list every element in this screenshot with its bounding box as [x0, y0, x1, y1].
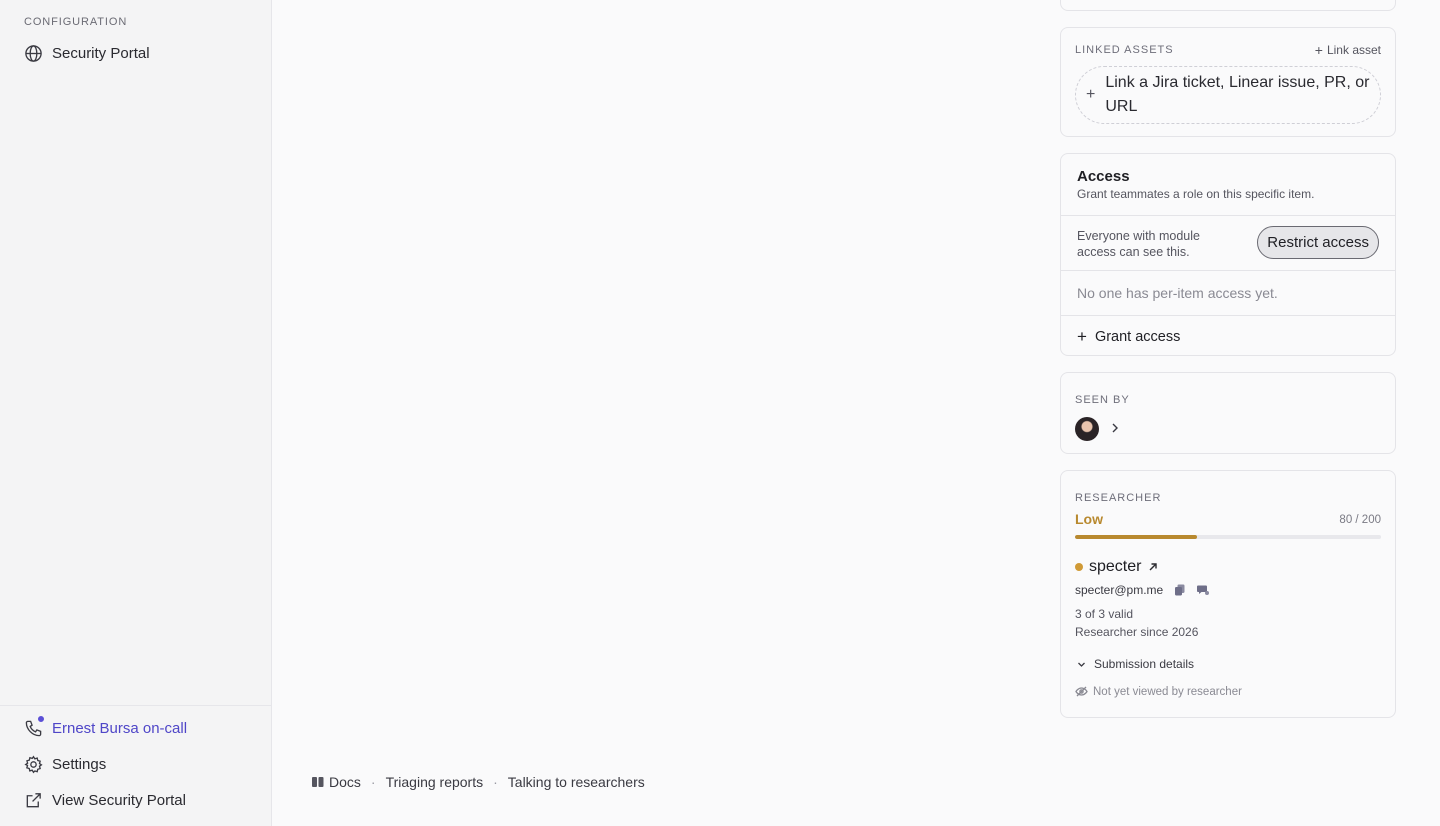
copy-icon[interactable] — [1174, 584, 1186, 596]
access-title: Access — [1077, 168, 1130, 185]
separator: · — [370, 774, 376, 790]
linked-assets-card: LINKED ASSETS + Link asset + Link a Jira… — [1060, 27, 1396, 137]
seen-by-label: SEEN BY — [1075, 394, 1130, 406]
plus-icon: + — [1086, 86, 1096, 103]
sidebar-item-view-security-portal[interactable]: View Security Portal — [24, 788, 254, 812]
globe-icon — [25, 44, 42, 62]
researcher-handle-row: specter — [1075, 558, 1158, 576]
not-viewed-text: Not yet viewed by researcher — [1093, 685, 1242, 698]
submission-details-toggle[interactable]: Submission details — [1077, 657, 1194, 671]
sidebar-item-label: Settings — [52, 755, 107, 773]
link-asset-placeholder: Link a Jira ticket, Linear issue, PR, or… — [1105, 74, 1370, 115]
researcher-since: Researcher since 2026 — [1075, 625, 1199, 639]
grant-access-label: Grant access — [1094, 329, 1181, 345]
researcher-email-row: specter@pm.me — [1075, 583, 1210, 597]
access-subtitle: Grant teammates a role on this specific … — [1077, 187, 1315, 201]
access-grant-row: + Grant access — [1061, 315, 1395, 355]
section-label-configuration: CONFIGURATION — [24, 16, 128, 28]
sidebar-item-label: Ernest Bursa on-call — [52, 719, 188, 737]
researcher-score: 80 / 200 — [1339, 514, 1381, 526]
sidebar: CONFIGURATION Security Portal Ernest Bur… — [0, 0, 272, 826]
valid-count: 3 of 3 valid — [1075, 607, 1134, 621]
visibility-text: Everyone with module access can see this… — [1077, 229, 1200, 259]
researcher-card: RESEARCHER Low 80 / 200 specter specter@… — [1060, 470, 1396, 718]
link-asset-dropzone[interactable]: + Link a Jira ticket, Linear issue, PR, … — [1075, 66, 1381, 124]
sidebar-item-label: View Security Portal — [52, 791, 186, 809]
chevron-down-icon — [1078, 662, 1085, 667]
plus-icon: + — [1314, 42, 1323, 58]
avatar[interactable] — [1075, 417, 1099, 441]
grant-access-button[interactable]: + Grant access — [1077, 327, 1180, 347]
phone-icon-wrap — [24, 714, 52, 738]
sidebar-item-oncall[interactable]: Ernest Bursa on-call — [24, 714, 254, 740]
researcher-label: RESEARCHER — [1075, 492, 1162, 504]
access-visibility-row: Everyone with module access can see this… — [1061, 215, 1395, 270]
reputation-progress-fill — [1075, 535, 1198, 539]
sidebar-item-settings[interactable]: Settings — [24, 752, 254, 776]
sidebar-divider — [0, 705, 271, 706]
sidebar-item-label: Security Portal — [52, 44, 150, 62]
arrow-up-right-icon[interactable] — [1148, 562, 1158, 572]
plus-icon: + — [1077, 327, 1087, 346]
message-icon[interactable] — [1197, 584, 1210, 596]
external-link-icon — [26, 792, 41, 807]
link-asset-button[interactable]: + Link asset — [1315, 42, 1381, 58]
submission-details-label: Submission details — [1094, 657, 1195, 671]
eye-off-icon — [1075, 686, 1088, 697]
not-viewed-status: Not yet viewed by researcher — [1075, 685, 1242, 698]
researcher-email: specter@pm.me — [1075, 583, 1164, 597]
chevron-right-icon[interactable] — [1110, 422, 1119, 434]
triaging-reports-link[interactable]: Triaging reports — [386, 774, 484, 790]
reputation-progress — [1075, 535, 1381, 539]
access-card: Access Grant teammates a role on this sp… — [1060, 153, 1396, 356]
empty-access-text: No one has per-item access yet. — [1077, 285, 1278, 301]
talking-to-researchers-link[interactable]: Talking to researchers — [508, 774, 645, 790]
previous-card — [1060, 0, 1396, 11]
link-asset-label: Link asset — [1326, 43, 1381, 57]
docs-link[interactable]: Docs — [329, 774, 361, 790]
book-icon — [312, 777, 324, 787]
separator: · — [493, 774, 498, 790]
notification-dot — [37, 714, 45, 723]
researcher-handle[interactable]: specter — [1089, 558, 1141, 576]
status-dot — [1075, 563, 1083, 571]
access-empty-row: No one has per-item access yet. — [1061, 270, 1395, 315]
seen-by-card: SEEN BY — [1060, 372, 1396, 454]
sidebar-item-security-portal[interactable]: Security Portal — [24, 41, 254, 65]
footer-links: Docs · Triaging reports · Talking to res… — [312, 774, 645, 790]
researcher-level: Low — [1075, 511, 1103, 527]
linked-assets-label: LINKED ASSETS — [1075, 44, 1174, 56]
restrict-access-button[interactable]: Restrict access — [1257, 226, 1379, 259]
gear-icon — [24, 755, 43, 773]
